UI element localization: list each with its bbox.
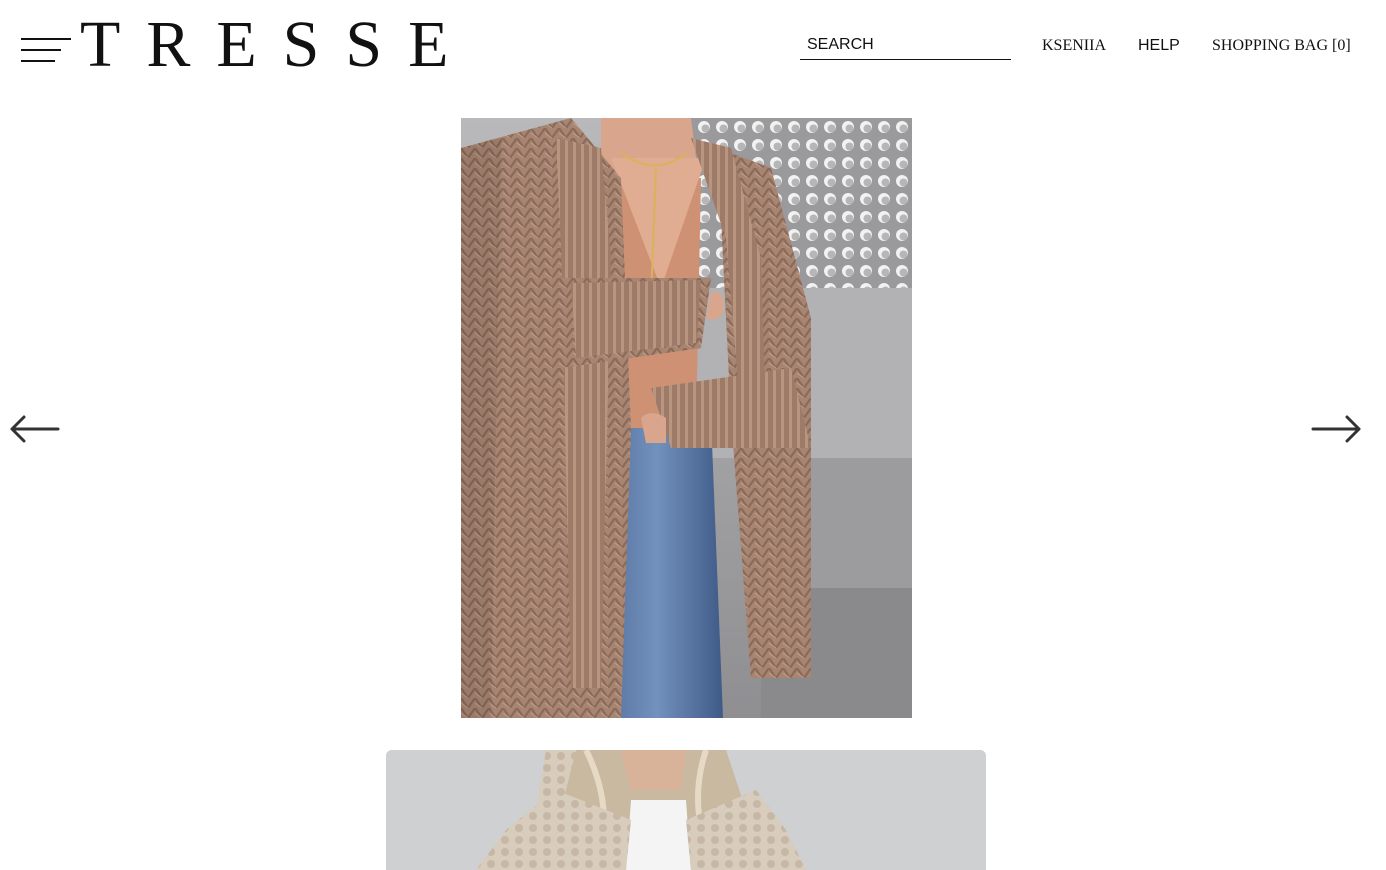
menu-line <box>21 60 55 62</box>
menu-line <box>21 49 61 51</box>
menu-line <box>21 38 71 40</box>
site-header: TRESSE KSENIIA HELP SHOPPING BAG [0] <box>0 0 1386 95</box>
account-link[interactable]: KSENIIA <box>1042 37 1106 55</box>
search-input[interactable] <box>800 33 1011 57</box>
search-box <box>800 33 1011 60</box>
hamburger-menu-icon[interactable] <box>21 38 73 64</box>
shopping-bag-link[interactable]: SHOPPING BAG [0] <box>1212 37 1351 55</box>
arrow-right-icon[interactable] <box>1311 412 1363 446</box>
product-image-main[interactable] <box>461 118 912 718</box>
help-link[interactable]: HELP <box>1138 37 1180 55</box>
arrow-left-icon[interactable] <box>8 412 60 446</box>
product-image-secondary[interactable] <box>386 750 986 870</box>
site-logo[interactable]: TRESSE <box>80 10 474 80</box>
